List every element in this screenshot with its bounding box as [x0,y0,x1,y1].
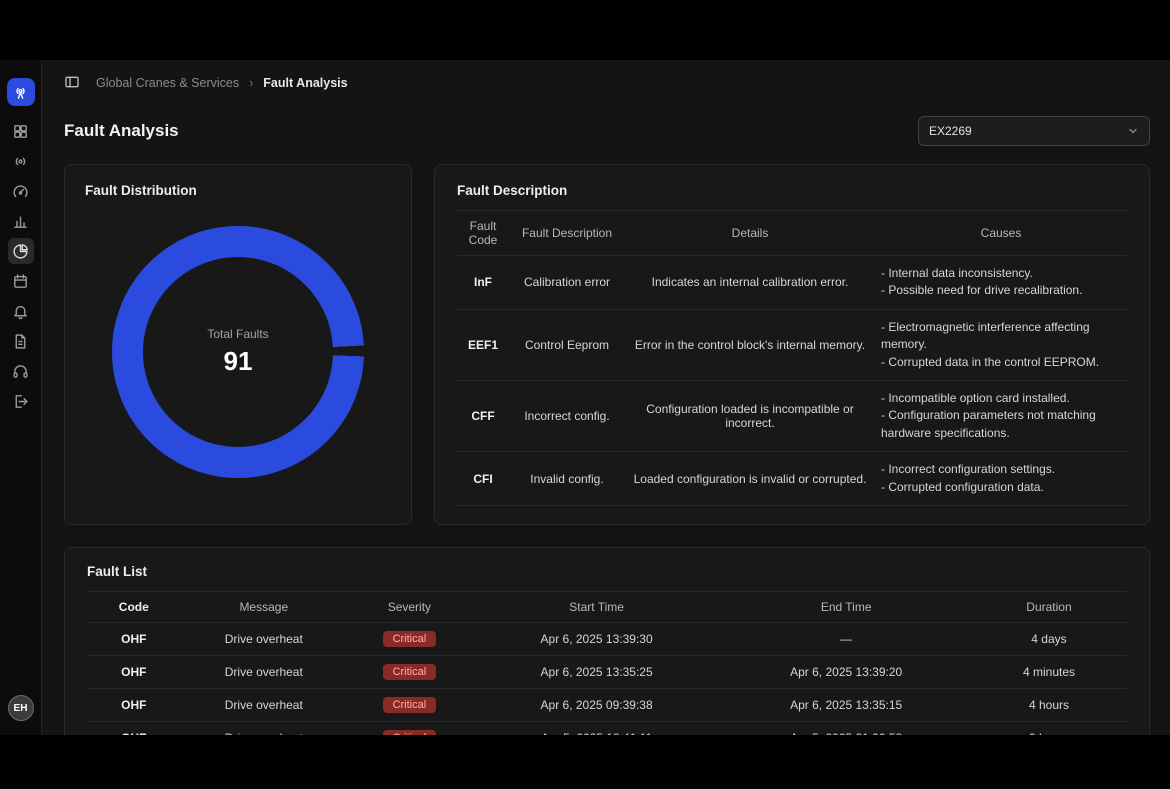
fault-end-time-cell: Apr 5, 2025 21:20:58 [721,721,971,735]
column-header: Start Time [472,591,722,622]
app-window: EH Global Cranes & Services › Fault Anal… [0,60,1170,735]
fault-duration-cell: 4 minutes [971,655,1127,688]
fault-code-cell: OHF [87,721,181,735]
fault-list-table: Code Message Severity Start Time End Tim… [87,591,1127,735]
fault-message-cell: Drive overheat [181,622,347,655]
column-header: Duration [971,591,1127,622]
chevron-down-icon [1127,125,1139,137]
fault-distribution-card: Fault Distribution Total Faults 91 [64,164,412,525]
fault-message-cell: Drive overheat [181,688,347,721]
fault-start-time-cell: Apr 6, 2025 09:39:38 [472,688,722,721]
fault-description-title: Fault Description [457,183,1127,198]
headset-icon[interactable] [8,358,34,384]
fault-duration-cell: 3 hours [971,721,1127,735]
table-row[interactable]: OHF Drive overheat Critical Apr 6, 2025 … [87,622,1127,655]
fault-start-time-cell: Apr 5, 2025 18:41:11 [472,721,722,735]
radio-tower-icon[interactable] [7,78,35,106]
logout-icon[interactable] [8,388,34,414]
severity-badge: Critical [383,697,437,713]
donut-total-value: 91 [224,346,253,377]
fault-description-cell: Calibration error [509,256,625,310]
column-header: Message [181,591,347,622]
fault-distribution-title: Fault Distribution [85,183,391,198]
fault-start-time-cell: Apr 6, 2025 13:39:30 [472,622,722,655]
column-header: End Time [721,591,971,622]
column-header: Fault Description [509,211,625,256]
table-row[interactable]: OHF Drive overheat Critical Apr 6, 2025 … [87,688,1127,721]
breadcrumb-separator: › [249,76,253,90]
fault-duration-cell: 4 days [971,622,1127,655]
fault-description-cell: Control Eeprom [509,309,625,380]
table-row: CFI Invalid config. Loaded configuration… [457,452,1127,506]
breadcrumb-current: Fault Analysis [263,76,347,90]
fault-code-cell: OHF [87,688,181,721]
column-header: Causes [875,211,1127,256]
pie-chart-icon[interactable] [8,238,34,264]
device-select-value: EX2269 [929,124,972,138]
fault-details-cell: Configuration loaded is incompatible or … [625,380,875,451]
table-row: CFF Incorrect config. Configuration load… [457,380,1127,451]
severity-badge: Critical [383,730,437,735]
fault-list-card: Fault List Code Message Severity Start T… [64,547,1150,735]
fault-code-cell: InF [457,256,509,310]
page-title: Fault Analysis [64,121,179,141]
column-header: Severity [347,591,472,622]
gauge-icon[interactable] [8,178,34,204]
table-row[interactable]: OHF Drive overheat Critical Apr 5, 2025 … [87,721,1127,735]
column-header: Code [87,591,181,622]
fault-message-cell: Drive overheat [181,655,347,688]
sidebar: EH [0,60,42,735]
fault-details-cell: Loaded configuration is invalid or corru… [625,452,875,506]
fault-duration-cell: 4 hours [971,688,1127,721]
table-row: InF Calibration error Indicates an inter… [457,256,1127,310]
fault-code-cell: EEF1 [457,309,509,380]
fault-end-time-cell: Apr 6, 2025 13:39:20 [721,655,971,688]
fault-code-cell: CFI [457,452,509,506]
breadcrumb-root[interactable]: Global Cranes & Services [96,76,239,90]
avatar[interactable]: EH [8,695,34,721]
fault-details-cell: Indicates an internal calibration error. [625,256,875,310]
fault-description-cell: Invalid config. [509,452,625,506]
dashboard-grid-icon[interactable] [8,118,34,144]
fault-severity-cell: Critical [347,622,472,655]
main-content: Global Cranes & Services › Fault Analysi… [42,60,1170,735]
breadcrumb: Global Cranes & Services › Fault Analysi… [64,60,1150,102]
table-row[interactable]: OHF Drive overheat Critical Apr 6, 2025 … [87,655,1127,688]
fault-severity-cell: Critical [347,688,472,721]
fault-distribution-donut-chart[interactable]: Total Faults 91 [112,226,364,478]
fault-description-card: Fault Description Fault Code Fault Descr… [434,164,1150,525]
fault-end-time-cell: — [721,622,971,655]
fault-code-cell: OHF [87,655,181,688]
fault-details-cell: Error in the control block's internal me… [625,309,875,380]
fault-causes-cell: - Incompatible option card installed.- C… [875,380,1127,451]
fault-severity-cell: Critical [347,721,472,735]
severity-badge: Critical [383,664,437,680]
bell-icon[interactable] [8,298,34,324]
table-row: EEF1 Control Eeprom Error in the control… [457,309,1127,380]
fault-severity-cell: Critical [347,655,472,688]
fault-code-cell: OHF [87,622,181,655]
severity-badge: Critical [383,631,437,647]
fault-causes-cell: - Incorrect configuration settings.- Cor… [875,452,1127,506]
column-header: Details [625,211,875,256]
column-header: Fault Code [457,211,509,256]
donut-center-label: Total Faults [207,327,268,341]
fault-code-cell: CFF [457,380,509,451]
fault-description-table: Fault Code Fault Description Details Cau… [457,210,1127,506]
device-select[interactable]: EX2269 [918,116,1150,146]
bar-chart-icon[interactable] [8,208,34,234]
document-icon[interactable] [8,328,34,354]
fault-causes-cell: - Electromagnetic interference affecting… [875,309,1127,380]
fault-list-title: Fault List [87,564,1127,579]
fault-start-time-cell: Apr 6, 2025 13:35:25 [472,655,722,688]
sidebar-toggle-icon[interactable] [64,74,82,92]
fault-message-cell: Drive overheat [181,721,347,735]
fault-causes-cell: - Internal data inconsistency.- Possible… [875,256,1127,310]
broadcast-icon[interactable] [8,148,34,174]
fault-description-cell: Incorrect config. [509,380,625,451]
fault-end-time-cell: Apr 6, 2025 13:35:15 [721,688,971,721]
calendar-icon[interactable] [8,268,34,294]
